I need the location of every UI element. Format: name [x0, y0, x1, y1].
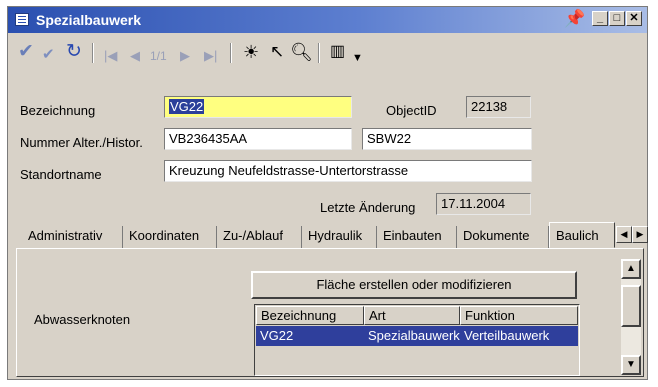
tab-baulich[interactable]: Baulich [549, 222, 615, 248]
title-bar[interactable]: Spezialbauwerk 📌 _ □ ✕ [8, 7, 647, 33]
check-all-icon[interactable]: ✔︎ [42, 44, 55, 66]
first-record-icon[interactable]: |◀ [104, 45, 117, 67]
panel-vertical-scrollbar[interactable]: ▲ ▼ [621, 259, 641, 375]
nummer-label: Nummer Alter./Histor. [20, 135, 143, 150]
bezeichnung-label: Bezeichnung [20, 103, 96, 118]
letzte-aenderung-label: Letzte Änderung [320, 200, 416, 215]
window-title: Spezialbauwerk [36, 12, 142, 28]
tab-hydraulik[interactable]: Hydraulik [302, 226, 377, 248]
tab-strip: Administrativ Koordinaten Zu-/Ablauf Hyd… [16, 222, 648, 249]
check-icon[interactable]: ✔ [18, 41, 34, 63]
column-header-art[interactable]: Art [364, 306, 460, 325]
zoom-search-icon[interactable]: 🔍︎ [290, 41, 313, 63]
column-header-funktion[interactable]: Funktion [460, 306, 578, 325]
scroll-thumb[interactable] [621, 285, 641, 327]
toolbar-separator [230, 43, 232, 63]
spezialbauwerk-window: Spezialbauwerk 📌 _ □ ✕ ✔ ✔︎ ↻ |◀ ◀ 1/1 ▶… [7, 6, 648, 380]
table-view-icon[interactable]: ▥ [330, 41, 345, 63]
toolbar: ✔ ✔︎ ↻ |◀ ◀ 1/1 ▶ ▶| ☀ ↖ 🔍︎ ▥ ▼ [8, 35, 647, 71]
table-row[interactable]: VG22 Spezialbauwerk Verteilbauwerk [256, 326, 578, 346]
tab-dokumente[interactable]: Dokumente [457, 226, 549, 248]
bezeichnung-field[interactable]: VG22 [164, 96, 352, 118]
column-header-bezeichnung[interactable]: Bezeichnung [256, 306, 364, 325]
cell-bezeichnung: VG22 [260, 328, 294, 343]
pin-icon[interactable]: 📌 [564, 9, 585, 29]
scroll-up-icon[interactable]: ▲ [621, 259, 641, 279]
tab-zu-ablauf[interactable]: Zu-/Ablauf [217, 226, 302, 248]
tab-administrativ[interactable]: Administrativ [22, 226, 123, 248]
nummer-field-1[interactable]: VB236435AA [164, 128, 352, 150]
tab-einbauten[interactable]: Einbauten [377, 226, 457, 248]
cell-funktion: Verteilbauwerk [464, 328, 550, 343]
cell-art: Spezialbauwerk [368, 328, 460, 343]
next-record-icon[interactable]: ▶ [180, 45, 190, 67]
abwasserknoten-label: Abwasserknoten [34, 312, 131, 327]
select-pointer-icon[interactable]: ↖ [270, 41, 284, 63]
objectid-field: 22138 [466, 96, 531, 118]
tab-scroll-left-icon[interactable]: ◀ [616, 226, 632, 243]
tab-koordinaten[interactable]: Koordinaten [123, 226, 217, 248]
objectid-label: ObjectID [386, 103, 437, 118]
toolbar-separator [318, 43, 320, 63]
standort-field[interactable]: Kreuzung Neufeldstrasse-Untertorstrasse [164, 160, 532, 182]
flaeche-erstellen-button[interactable]: Fläche erstellen oder modifizieren [251, 271, 577, 299]
letzte-aenderung-field: 17.11.2004 [436, 193, 531, 215]
dropdown-arrow-icon[interactable]: ▼ [352, 47, 363, 69]
abwasserknoten-table: Bezeichnung Art Funktion VG22 Spezialbau… [254, 304, 580, 376]
scroll-down-icon[interactable]: ▼ [621, 355, 641, 375]
tab-scroll-right-icon[interactable]: ▶ [632, 226, 648, 243]
highlight-icon[interactable]: ☀ [243, 41, 259, 63]
app-icon [15, 13, 29, 26]
previous-record-icon[interactable]: ◀ [130, 45, 140, 67]
record-pager: 1/1 [150, 49, 167, 63]
standort-label: Standortname [20, 167, 102, 182]
nummer-field-2[interactable]: SBW22 [362, 128, 532, 150]
minimize-button[interactable]: _ [592, 11, 608, 26]
maximize-button[interactable]: □ [609, 11, 625, 26]
last-record-icon[interactable]: ▶| [204, 45, 217, 67]
refresh-icon[interactable]: ↻ [66, 41, 82, 63]
close-button[interactable]: ✕ [626, 11, 642, 26]
toolbar-separator [92, 43, 94, 63]
